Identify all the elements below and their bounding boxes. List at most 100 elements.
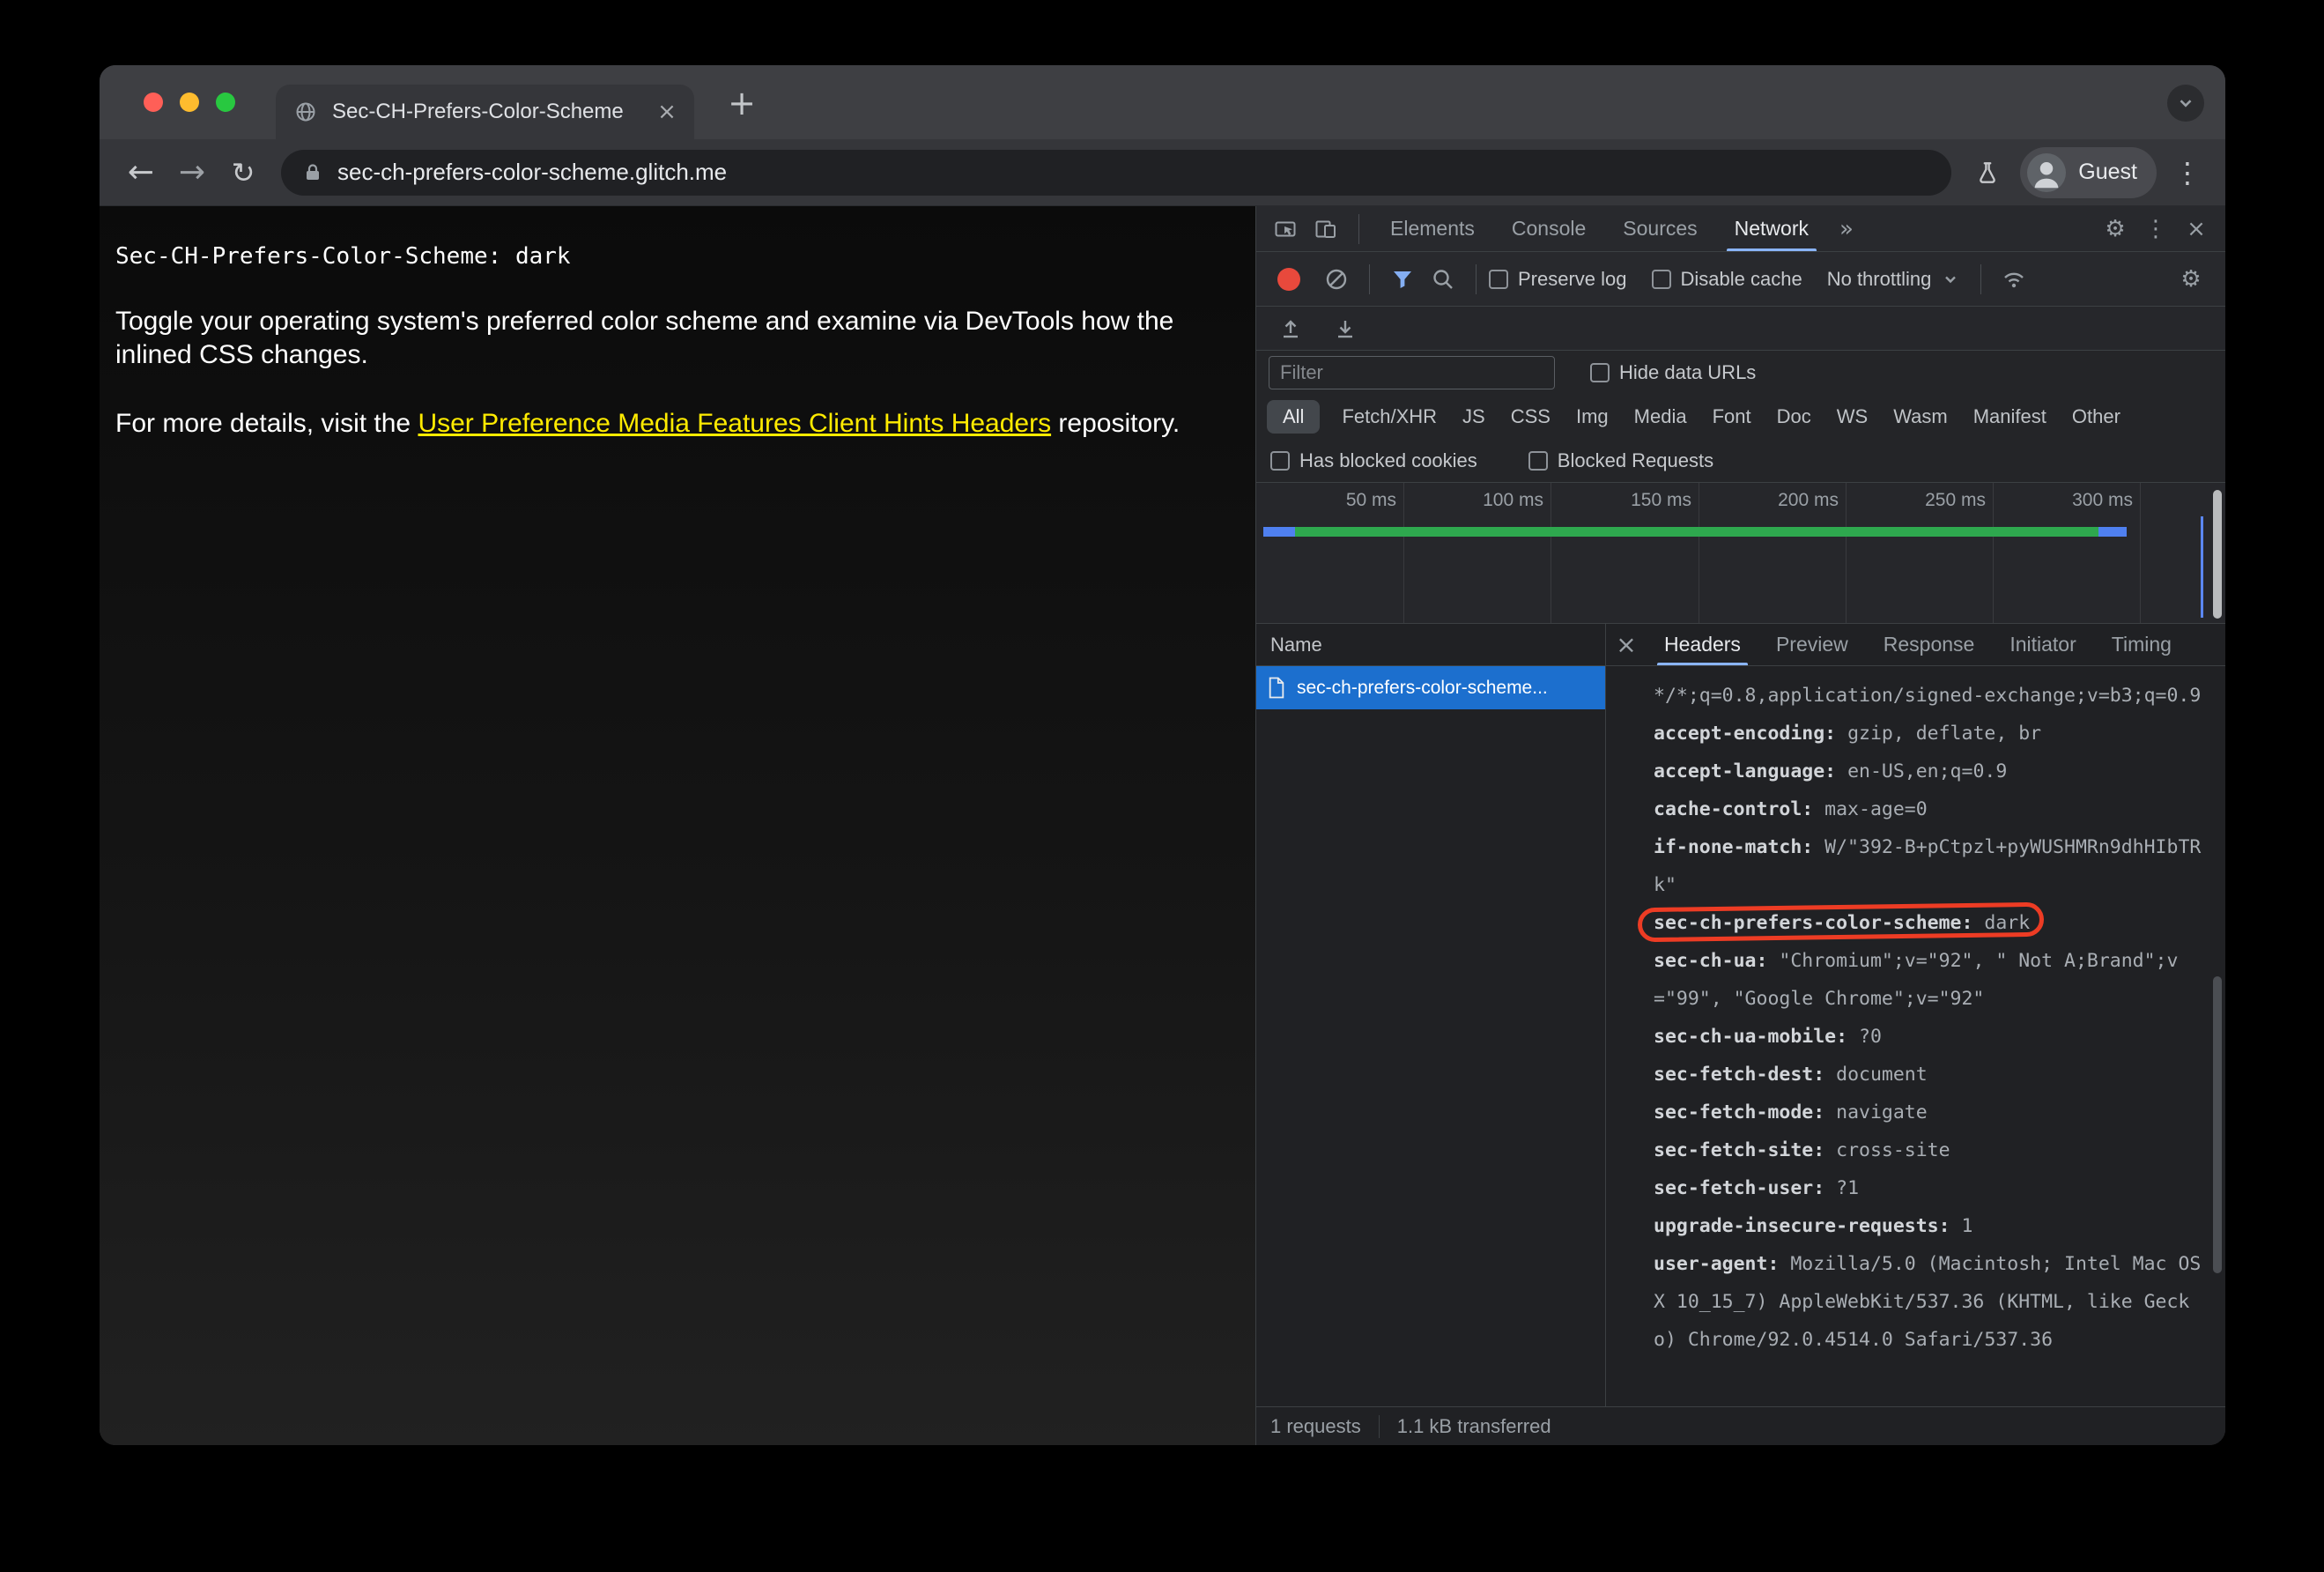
tick-label: 250 ms [1925,490,1986,510]
gridline [1403,483,1404,623]
request-row[interactable]: sec-ch-prefers-color-scheme... [1256,666,1605,709]
forward-button[interactable]: → [167,147,218,198]
request-count: 1 requests [1270,1414,1361,1437]
header-line: accept-encoding: gzip, deflate, br [1654,723,2042,745]
hide-data-urls-label: Hide data URLs [1619,361,1757,383]
har-export-icon[interactable] [1325,310,1366,347]
name-column-header[interactable]: Name [1256,624,1605,666]
chip-js[interactable]: JS [1455,400,1492,434]
person-icon [2034,161,2059,188]
divider [1369,263,1370,294]
devtools-panel: Elements Console Sources Network » ⚙ ⋮ × [1255,206,2225,1445]
header-line-highlighted: sec-ch-prefers-color-scheme: dark [1637,901,2204,943]
chip-font[interactable]: Font [1706,400,1758,434]
detail-tab-preview[interactable]: Preview [1758,624,1866,665]
browser-toolbar: ← → ↻ sec-ch-prefers-color-scheme.glitch… [100,139,2225,206]
zoom-window-button[interactable] [216,93,235,112]
detail-tab-initiator[interactable]: Initiator [1992,624,2093,665]
overview-scrollbar[interactable] [2213,490,2222,619]
chip-all[interactable]: All [1267,400,1321,434]
back-button[interactable]: ← [115,147,167,198]
device-toolbar-icon[interactable] [1306,211,1346,248]
devtools-tab-console[interactable]: Console [1493,206,1604,251]
devtools-menu-icon[interactable]: ⋮ [2135,209,2176,249]
chip-doc[interactable]: Doc [1770,400,1818,434]
tick-label: 100 ms [1483,490,1543,510]
browser-menu-button[interactable]: ⋮ [2165,151,2209,195]
checkbox-box [1528,450,1548,471]
search-icon[interactable] [1423,261,1463,298]
tick-label: 50 ms [1345,490,1396,510]
header-line: sec-fetch-mode: navigate [1654,1101,1928,1123]
filter-input[interactable] [1269,356,1555,389]
chevron-down-icon [1945,276,1957,283]
throttling-dropdown[interactable]: No throttling [1827,268,1960,291]
chip-ws[interactable]: WS [1830,400,1875,434]
chip-manifest[interactable]: Manifest [1966,400,2054,434]
blocked-requests-checkbox[interactable]: Blocked Requests [1528,449,1713,472]
disable-cache-checkbox[interactable]: Disable cache [1651,268,1802,291]
gridline [1846,483,1847,623]
network-overview-timeline[interactable]: 50 ms 100 ms 150 ms 200 ms 250 ms 300 ms [1256,483,2225,624]
timeline-bar-blue-end [2098,527,2127,537]
detail-tab-headers[interactable]: Headers [1647,624,1758,665]
header-line: sec-fetch-site: cross-site [1654,1139,1950,1161]
chip-fetch-xhr[interactable]: Fetch/XHR [1335,400,1444,434]
headers-content[interactable]: */*;q=0.8,application/signed-exchange;v=… [1606,666,2225,1406]
devtools-settings-gear-icon[interactable]: ⚙ [2095,209,2135,249]
devtools-tabbar: Elements Console Sources Network » ⚙ ⋮ × [1256,206,2225,252]
devtools-close-icon[interactable]: × [2176,209,2217,249]
url-text: sec-ch-prefers-color-scheme.glitch.me [337,159,728,185]
document-icon [1269,677,1284,699]
detail-tab-response[interactable]: Response [1866,624,1993,665]
chip-media[interactable]: Media [1627,400,1694,434]
browser-tab[interactable]: Sec-CH-Prefers-Color-Scheme × [276,85,694,139]
header-line: */*;q=0.8,application/signed-exchange;v=… [1654,685,2202,707]
client-hints-link[interactable]: User Preference Media Features Client Hi… [418,409,1051,438]
inspect-element-icon[interactable] [1265,211,1306,248]
profile-name: Guest [2078,159,2137,184]
preserve-log-label: Preserve log [1518,267,1627,290]
filter-funnel-icon[interactable] [1382,261,1423,298]
chrome-labs-button[interactable] [1964,149,2011,196]
minimize-window-button[interactable] [180,93,199,112]
har-import-icon[interactable] [1270,310,1311,347]
devtools-tab-elements[interactable]: Elements [1372,206,1493,251]
devtools-tab-sources[interactable]: Sources [1604,206,1715,251]
tab-close-icon[interactable]: × [652,97,682,127]
more-tabs-icon[interactable]: » [1827,218,1866,241]
window-content: Sec-CH-Prefers-Color-Scheme: dark Toggle… [100,206,2225,1445]
new-tab-button[interactable]: + [722,83,762,123]
address-bar[interactable]: sec-ch-prefers-color-scheme.glitch.me [281,149,1952,196]
tab-search-button[interactable] [2167,85,2204,122]
detail-close-icon[interactable]: × [1606,624,1647,665]
chip-other[interactable]: Other [2065,400,2128,434]
close-window-button[interactable] [144,93,163,112]
profile-button[interactable]: Guest [2020,146,2157,198]
network-conditions-wifi-icon[interactable] [1994,261,2034,298]
headers-scrollbar[interactable] [2213,975,2222,1274]
clear-network-log-icon[interactable] [1316,261,1357,298]
page-paragraph-2: For more details, visit the User Prefere… [115,407,1238,441]
preserve-log-checkbox[interactable]: Preserve log [1489,268,1627,291]
chip-wasm[interactable]: Wasm [1886,400,1955,434]
header-line: user-agent: Mozilla/5.0 (Macintosh; Inte… [1654,1253,2202,1351]
network-toolbar: Preserve log Disable cache No throttling [1256,252,2225,307]
reload-button[interactable]: ↻ [218,147,269,198]
divider [1378,1414,1380,1438]
hide-data-urls-checkbox[interactable]: Hide data URLs [1590,361,1756,384]
request-name: sec-ch-prefers-color-scheme... [1297,677,1548,698]
has-blocked-cookies-checkbox[interactable]: Has blocked cookies [1270,449,1477,472]
timeline-bar-blue-start [1263,527,1295,537]
record-network-log-button[interactable] [1277,267,1300,291]
requests-area: Name sec-ch-prefers-color-scheme... × He… [1256,624,2225,1406]
header-line: sec-ch-ua-mobile: ?0 [1654,1026,1882,1048]
chip-img[interactable]: Img [1569,400,1616,434]
network-settings-gear-icon[interactable]: ⚙ [2171,259,2211,300]
chip-css[interactable]: CSS [1504,400,1558,434]
devtools-tab-network[interactable]: Network [1716,206,1827,251]
tick-label: 150 ms [1631,490,1691,510]
lock-icon[interactable] [302,162,323,183]
header-line: sec-fetch-user: ?1 [1654,1177,1860,1199]
detail-tab-timing[interactable]: Timing [2094,624,2189,665]
